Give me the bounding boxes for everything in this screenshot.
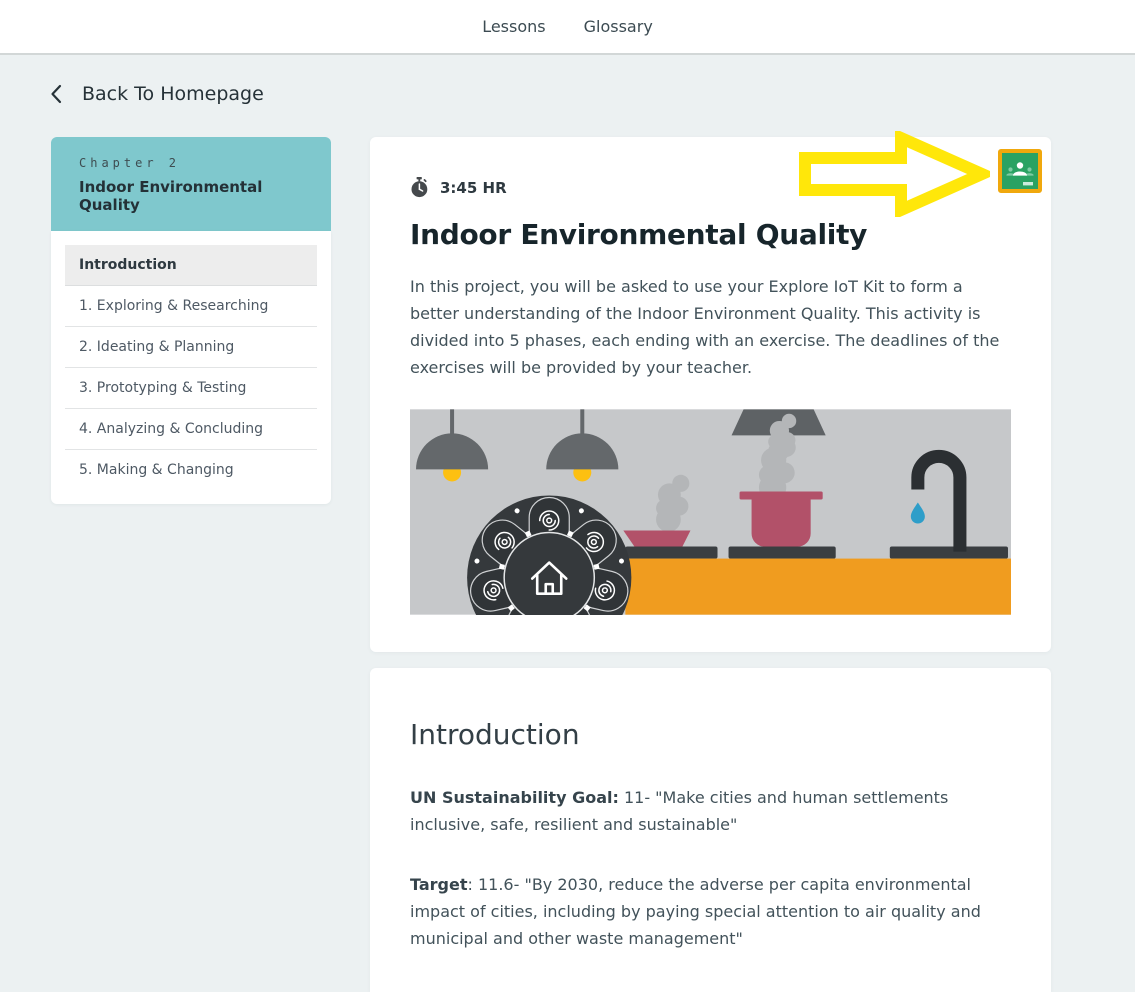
un-goal-lead: UN Sustainability Goal: xyxy=(410,788,619,807)
chapter-header: Chapter 2 Indoor Environmental Quality xyxy=(51,137,331,231)
back-to-homepage-link[interactable]: Back To Homepage xyxy=(50,83,264,105)
lesson-description: In this project, you will be asked to us… xyxy=(410,273,1015,381)
lesson-duration: 3:45 HR xyxy=(410,177,1011,198)
chapter-sidebar: Chapter 2 Indoor Environmental Quality I… xyxy=(51,137,331,504)
target-text: : 11.6- "By 2030, reduce the adverse per… xyxy=(410,875,981,948)
back-link-label: Back To Homepage xyxy=(82,83,264,105)
sidebar-item-exploring-researching[interactable]: 1. Exploring & Researching xyxy=(65,286,317,327)
duration-text: 3:45 HR xyxy=(440,179,507,197)
page-content: Chapter 2 Indoor Environmental Quality I… xyxy=(51,137,1135,992)
lesson-title: Indoor Environmental Quality xyxy=(410,218,1011,251)
sidebar-item-ideating-planning[interactable]: 2. Ideating & Planning xyxy=(65,327,317,368)
lesson-main: 3:45 HR Indoor Environmental Quality In … xyxy=(370,137,1051,992)
target-lead: Target xyxy=(410,875,468,894)
sidebar-item-introduction[interactable]: Introduction xyxy=(65,245,317,286)
lesson-illustration-kitchen xyxy=(410,409,1011,615)
google-classroom-button[interactable] xyxy=(998,149,1042,193)
target-paragraph: Target: 11.6- "By 2030, reduce the adver… xyxy=(410,871,1015,952)
sidebar-item-prototyping-testing[interactable]: 3. Prototyping & Testing xyxy=(65,368,317,409)
google-classroom-icon xyxy=(1002,153,1038,189)
sidebar-item-analyzing-concluding[interactable]: 4. Analyzing & Concluding xyxy=(65,409,317,450)
lesson-overview-card: 3:45 HR Indoor Environmental Quality In … xyxy=(370,137,1051,652)
nav-link-glossary[interactable]: Glossary xyxy=(584,17,653,36)
un-goal-paragraph: UN Sustainability Goal: 11- "Make cities… xyxy=(410,784,1015,838)
stopwatch-icon xyxy=(410,177,429,198)
top-navigation: Lessons Glossary xyxy=(0,0,1135,55)
chevron-left-icon xyxy=(50,84,62,104)
chapter-label: Chapter 2 xyxy=(79,156,303,170)
nav-link-lessons[interactable]: Lessons xyxy=(482,17,545,36)
sidebar-item-making-changing[interactable]: 5. Making & Changing xyxy=(65,450,317,490)
yellow-arrow-annotation xyxy=(798,131,990,221)
introduction-section-card: Introduction UN Sustainability Goal: 11-… xyxy=(370,668,1051,992)
chapter-title: Indoor Environmental Quality xyxy=(79,178,303,214)
section-heading: Introduction xyxy=(410,718,1011,751)
chapter-section-list: Introduction 1. Exploring & Researching … xyxy=(51,231,331,504)
